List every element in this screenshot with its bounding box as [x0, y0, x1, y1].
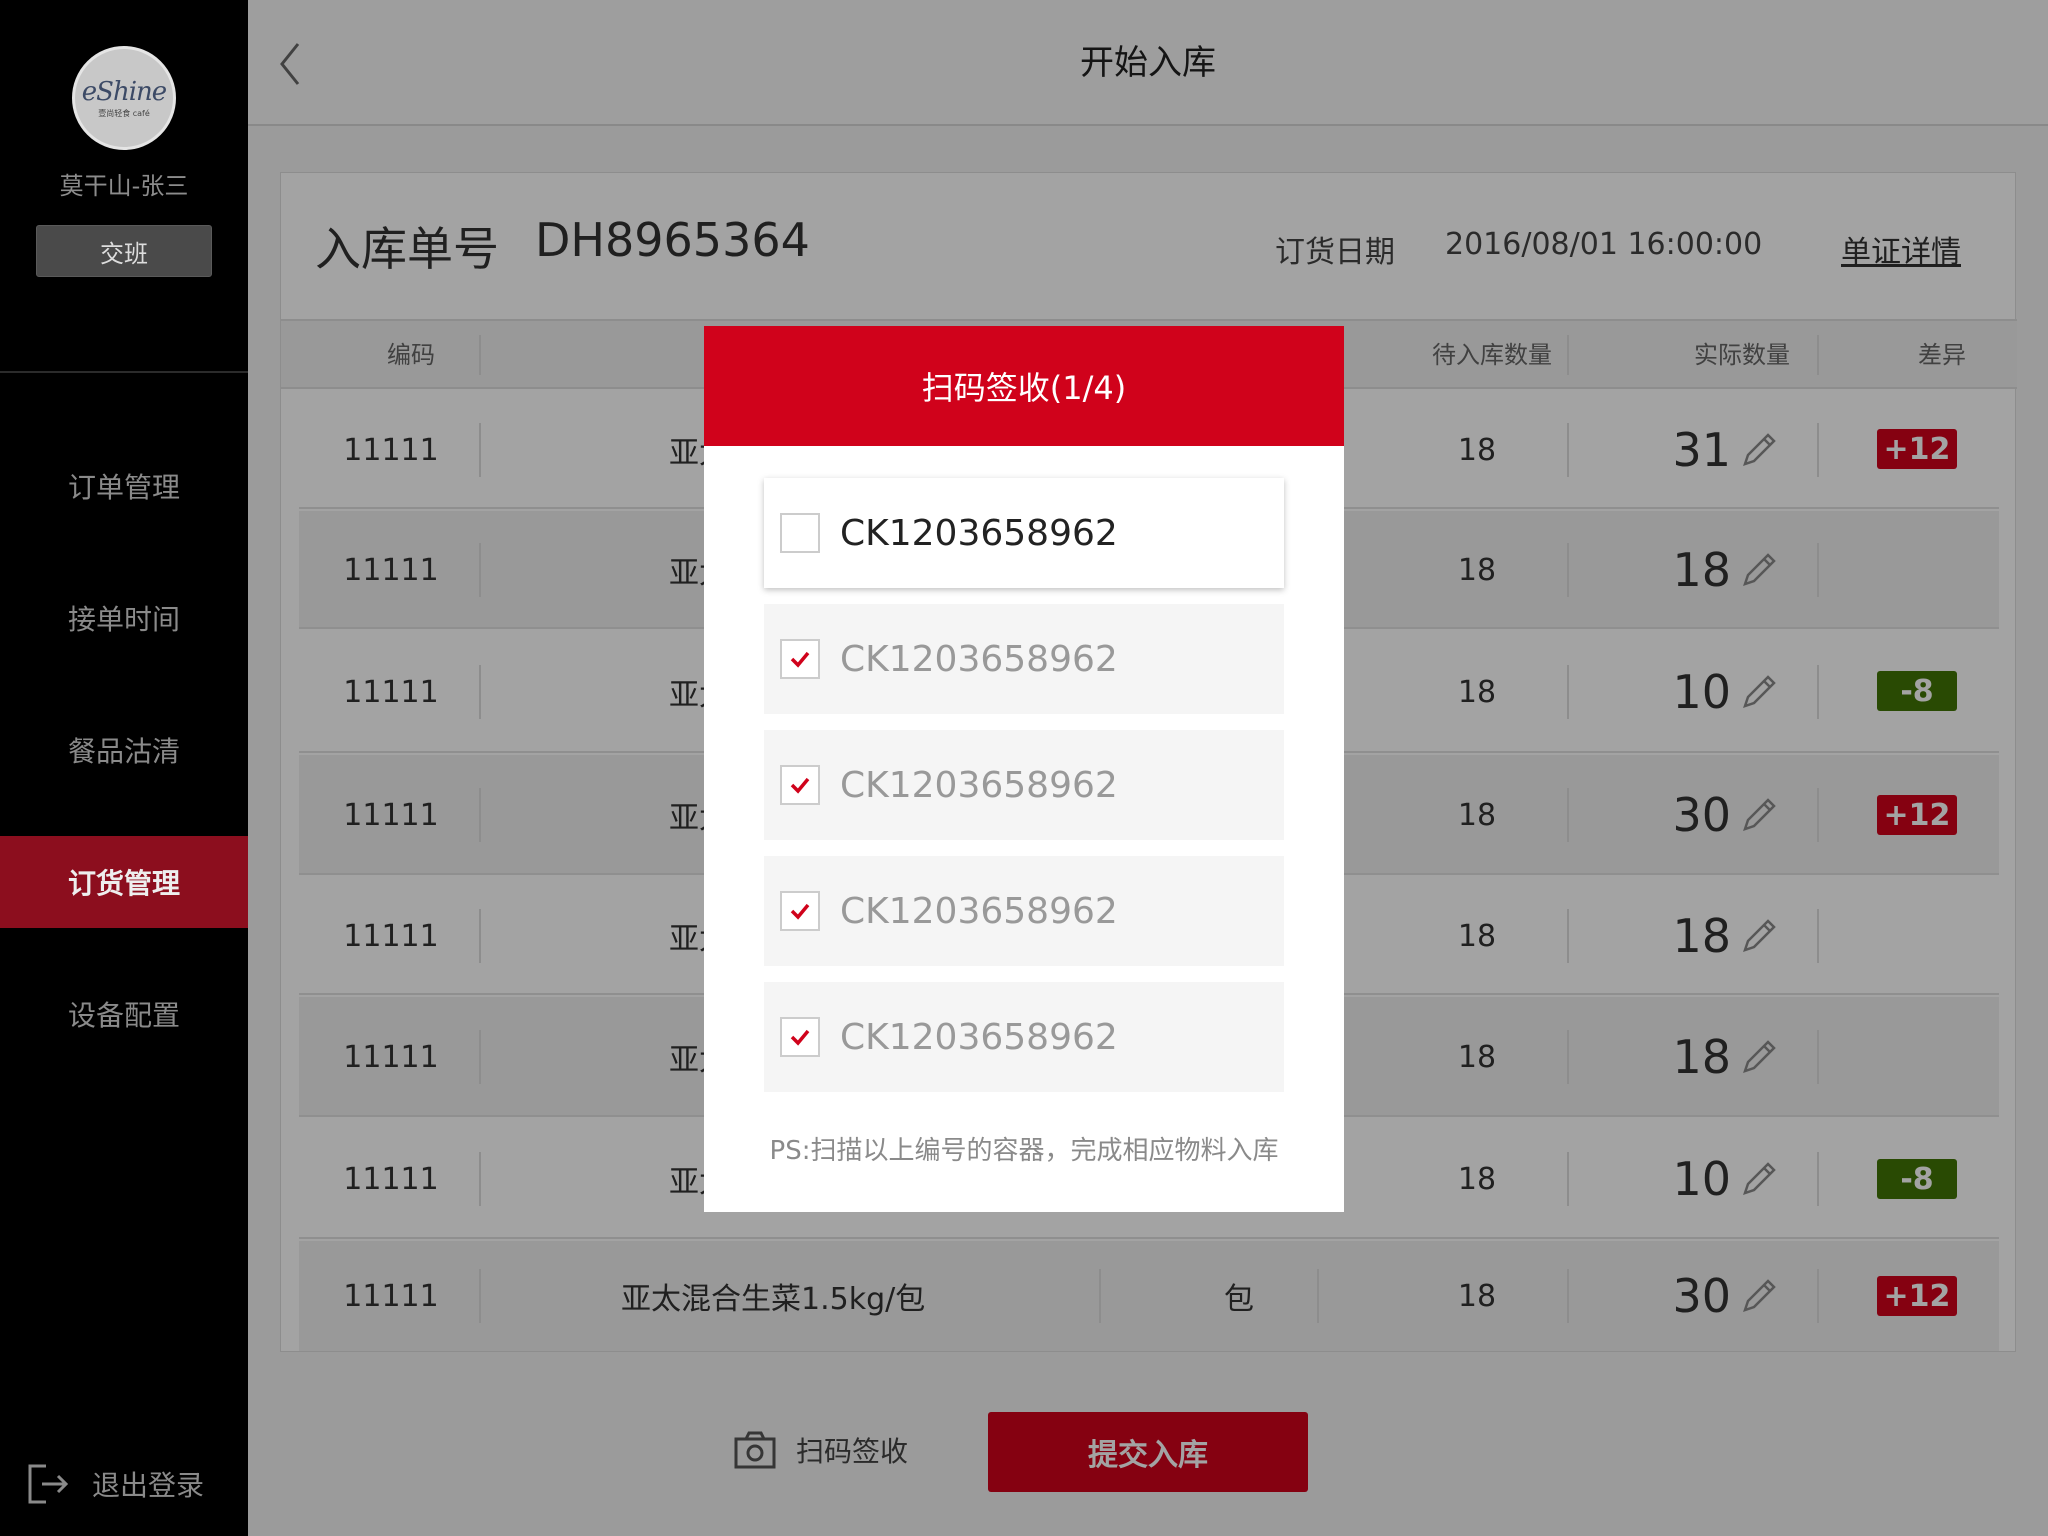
- sidebar-divider: [0, 371, 248, 373]
- container-code: CK1203658962: [840, 512, 1118, 554]
- logout-button[interactable]: 退出登录: [24, 1462, 204, 1506]
- container-code-item[interactable]: CK1203658962: [764, 478, 1284, 588]
- checkmark-icon: [790, 1029, 810, 1046]
- checkmark-icon: [790, 903, 810, 920]
- checked-checkbox[interactable]: [780, 639, 820, 679]
- container-code-item[interactable]: CK1203658962: [764, 982, 1284, 1092]
- sidebar-item-purchase-management[interactable]: 订货管理: [0, 836, 248, 928]
- checked-checkbox[interactable]: [780, 891, 820, 931]
- modal-note: PS:扫描以上编号的容器，完成相应物料入库: [769, 1136, 1279, 1166]
- sidebar-item-order-management[interactable]: 订单管理: [0, 440, 248, 532]
- logout-label: 退出登录: [92, 1469, 205, 1502]
- sidebar-item-device-config[interactable]: 设备配置: [0, 968, 248, 1060]
- scan-sign-modal: 扫码签收(1/4) CK1203658962 CK1203658962 CK12…: [704, 326, 1344, 1212]
- logout-icon: [28, 1464, 69, 1504]
- shift-handover-button[interactable]: 交班: [36, 225, 212, 277]
- avatar: eShine 壹尚轻食 café: [72, 46, 176, 150]
- container-code-item[interactable]: CK1203658962: [764, 856, 1284, 966]
- checked-checkbox[interactable]: [780, 765, 820, 805]
- logo-subtext: 壹尚轻食 café: [98, 109, 150, 118]
- unchecked-checkbox[interactable]: [780, 513, 820, 553]
- container-code: CK1203658962: [840, 764, 1118, 806]
- container-code-item[interactable]: CK1203658962: [764, 604, 1284, 714]
- checkmark-icon: [790, 777, 810, 794]
- container-code: CK1203658962: [840, 890, 1118, 932]
- checkmark-icon: [790, 651, 810, 668]
- container-code-item[interactable]: CK1203658962: [764, 730, 1284, 840]
- sidebar-item-order-time[interactable]: 接单时间: [0, 572, 248, 664]
- container-code: CK1203658962: [840, 1016, 1118, 1058]
- modal-title: 扫码签收(1/4): [704, 326, 1344, 446]
- checked-checkbox[interactable]: [780, 1017, 820, 1057]
- container-code: CK1203658962: [840, 638, 1118, 680]
- user-name: 莫干山-张三: [59, 172, 189, 200]
- logo-text: eShine: [81, 77, 167, 107]
- sidebar-item-sold-out[interactable]: 餐品沽清: [0, 704, 248, 796]
- sidebar: eShine 壹尚轻食 café 莫干山-张三 交班 订单管理 接单时间 餐品沽…: [0, 0, 248, 1536]
